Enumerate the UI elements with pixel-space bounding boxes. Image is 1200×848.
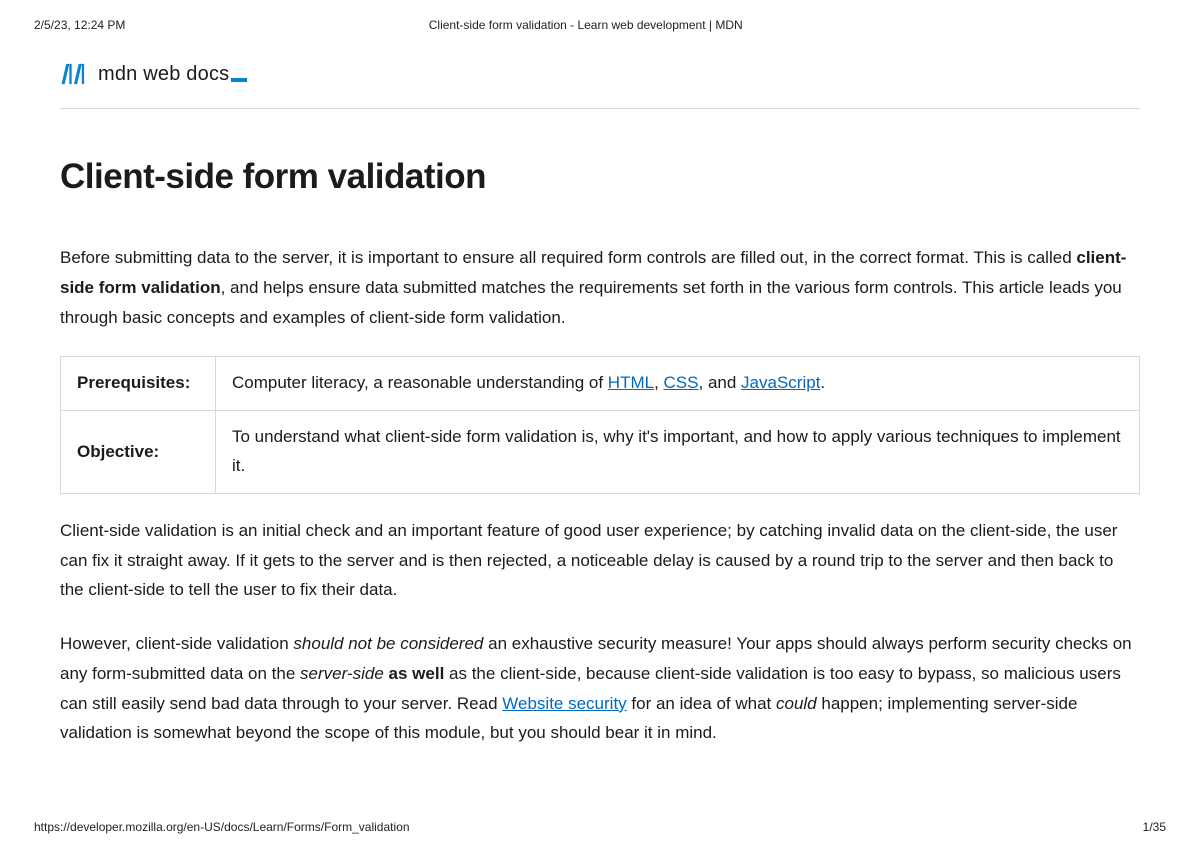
- prerequisites-value: Computer literacy, a reasonable understa…: [216, 357, 1140, 411]
- meta-table: Prerequisites: Computer literacy, a reas…: [60, 356, 1140, 494]
- objective-label: Objective:: [61, 411, 216, 494]
- print-page-indicator: 1/35: [1143, 820, 1166, 834]
- print-footer: https://developer.mozilla.org/en-US/docs…: [34, 820, 1166, 834]
- print-url: https://developer.mozilla.org/en-US/docs…: [34, 820, 410, 834]
- page-title: Client-side form validation: [60, 157, 1140, 197]
- table-row: Prerequisites: Computer literacy, a reas…: [61, 357, 1140, 411]
- link-javascript[interactable]: JavaScript: [741, 373, 820, 392]
- link-html[interactable]: HTML: [608, 373, 654, 392]
- body-paragraph-3: However, client-side validation should n…: [60, 629, 1140, 748]
- brand-name: mdn web docs: [98, 63, 247, 86]
- table-row: Objective: To understand what client-sid…: [61, 411, 1140, 494]
- brand-logo-row: mdn web docs: [60, 62, 1140, 109]
- objective-value: To understand what client-side form vali…: [216, 411, 1140, 494]
- link-website-security[interactable]: Website security: [502, 694, 626, 713]
- print-doc-title: Client-side form validation - Learn web …: [125, 18, 1046, 32]
- print-timestamp: 2/5/23, 12:24 PM: [34, 18, 125, 32]
- main-content: mdn web docs Client-side form validation…: [0, 36, 1200, 748]
- cursor-icon: [231, 78, 247, 82]
- body-paragraph-2: Client-side validation is an initial che…: [60, 516, 1140, 605]
- intro-paragraph: Before submitting data to the server, it…: [60, 243, 1140, 332]
- print-header: 2/5/23, 12:24 PM Client-side form valida…: [0, 0, 1200, 36]
- link-css[interactable]: CSS: [664, 373, 699, 392]
- mdn-logo-icon: [60, 62, 88, 86]
- prerequisites-label: Prerequisites:: [61, 357, 216, 411]
